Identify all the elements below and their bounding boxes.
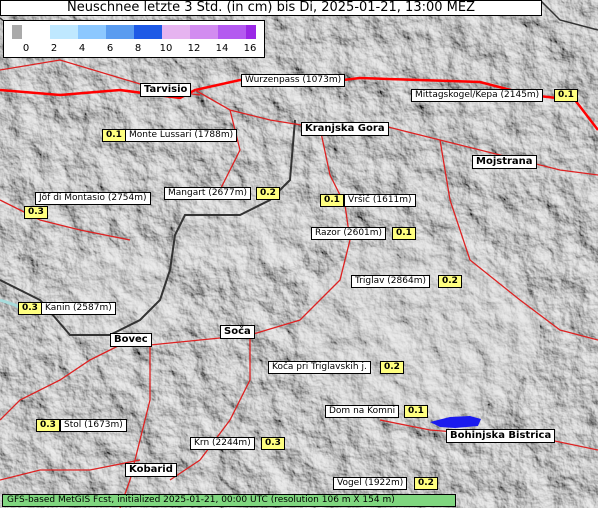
snow-value: 0.2 [256,187,280,200]
station-label: Razor (2601m) [311,227,387,240]
town-label: Mojstrana [472,155,537,169]
station-label: Vogel (1922m) [333,477,408,490]
town-label: Kobarid [125,463,177,477]
snow-value: 0.1 [320,194,344,207]
town-label: Soča [220,325,255,339]
station-label: Kanin (2587m) [41,302,116,315]
legend-tick-label: 4 [78,43,86,54]
legend-tick-label: 6 [106,43,114,54]
town-label: Tarvisio [140,83,192,97]
legend-tick-label: 2 [50,43,58,54]
station-label: Koča pri Triglavskih j. [268,361,371,374]
station-label: Vršič (1611m) [344,194,416,207]
snow-value: 0.3 [24,206,48,219]
town-label: Bohinjska Bistrica [446,429,556,443]
snow-legend: 0 2 4 6 8 10 12 14 16 [3,20,265,58]
legend-swatch [12,25,22,39]
station-label: Jôf di Montasio (2754m) [35,192,151,205]
legend-swatch [106,25,134,39]
legend-tick-label: 8 [134,43,142,54]
legend-tick-label: 16 [243,43,257,54]
legend-swatch [134,25,162,39]
town-label: Kranjska Gora [301,122,389,136]
snow-value: 0.2 [438,275,462,288]
model-info-footer: GFS-based MetGIS Fcst, initialized 2025-… [2,494,456,507]
legend-tick-label: 12 [187,43,201,54]
legend-tick-label: 10 [159,43,173,54]
town-label: Bovec [110,333,152,347]
station-label: Mangart (2677m) [164,187,251,200]
station-label: Mittagskogel/Kepa (2145m) [411,89,544,102]
map-title: Neuschnee letzte 3 Std. (in cm) bis Di, … [0,0,542,16]
snow-value: 0.1 [102,129,126,142]
legend-colorbar [12,25,256,39]
snow-value: 0.1 [554,89,578,102]
legend-swatch [22,25,50,39]
station-label: Dom na Komni [325,405,400,418]
snow-value: 0.3 [36,419,60,432]
legend-swatch [162,25,190,39]
snow-value: 0.2 [414,477,438,490]
legend-swatch [78,25,106,39]
legend-swatch [218,25,246,39]
legend-swatch [190,25,218,39]
snow-value: 0.2 [380,361,404,374]
legend-swatch [246,25,256,39]
station-label: Krn (2244m) [190,437,255,450]
legend-swatch [50,25,78,39]
snow-value: 0.3 [18,302,42,315]
legend-ticks: 0 2 4 6 8 10 12 14 16 [4,43,266,55]
snow-value: 0.1 [404,405,428,418]
snow-value: 0.3 [261,437,285,450]
legend-tick-label: 0 [22,43,30,54]
station-label: Monte Lussari (1788m) [125,129,238,142]
snow-value: 0.1 [392,227,416,240]
station-label: Stol (1673m) [60,419,127,432]
legend-tick-label: 14 [215,43,229,54]
station-label: Triglav (2864m) [351,275,430,288]
station-label: Wurzenpass (1073m) [241,74,346,87]
